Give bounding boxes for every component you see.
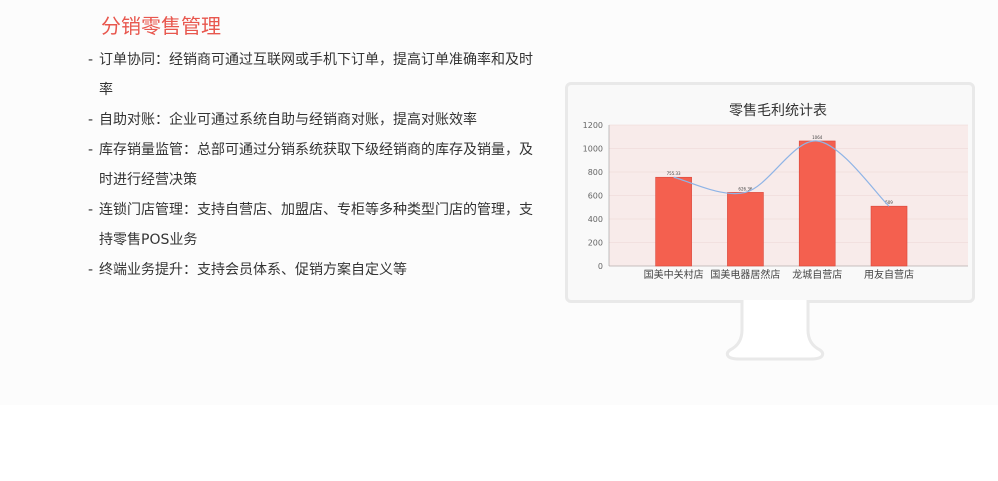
y-tick-label: 0 [598, 262, 603, 271]
bar [798, 140, 836, 267]
bar-data-label: 1064 [812, 135, 823, 140]
y-tick-label: 1200 [583, 121, 603, 130]
y-tick-label: 600 [588, 192, 603, 201]
bar [727, 192, 764, 267]
y-tick-label: 1000 [583, 145, 603, 154]
bar [870, 205, 908, 267]
x-category-label: 龙城自营店 [792, 268, 842, 281]
y-tick-label: 200 [588, 239, 603, 248]
x-category-label: 国美中关村店 [644, 268, 704, 281]
gross-profit-chart: 零售毛利统计表 0 200 400 600 800 1000 1200 755.33 国美中关村… [583, 103, 968, 281]
bar [655, 176, 692, 267]
y-tick-label: 400 [588, 215, 603, 224]
chart-title: 零售毛利统计表 [729, 103, 827, 119]
x-category-label: 国美电器居然店 [710, 268, 780, 281]
x-category-label: 用友自营店 [864, 268, 914, 281]
y-tick-label: 800 [588, 168, 603, 177]
bar-data-label: 755.33 [667, 171, 681, 176]
